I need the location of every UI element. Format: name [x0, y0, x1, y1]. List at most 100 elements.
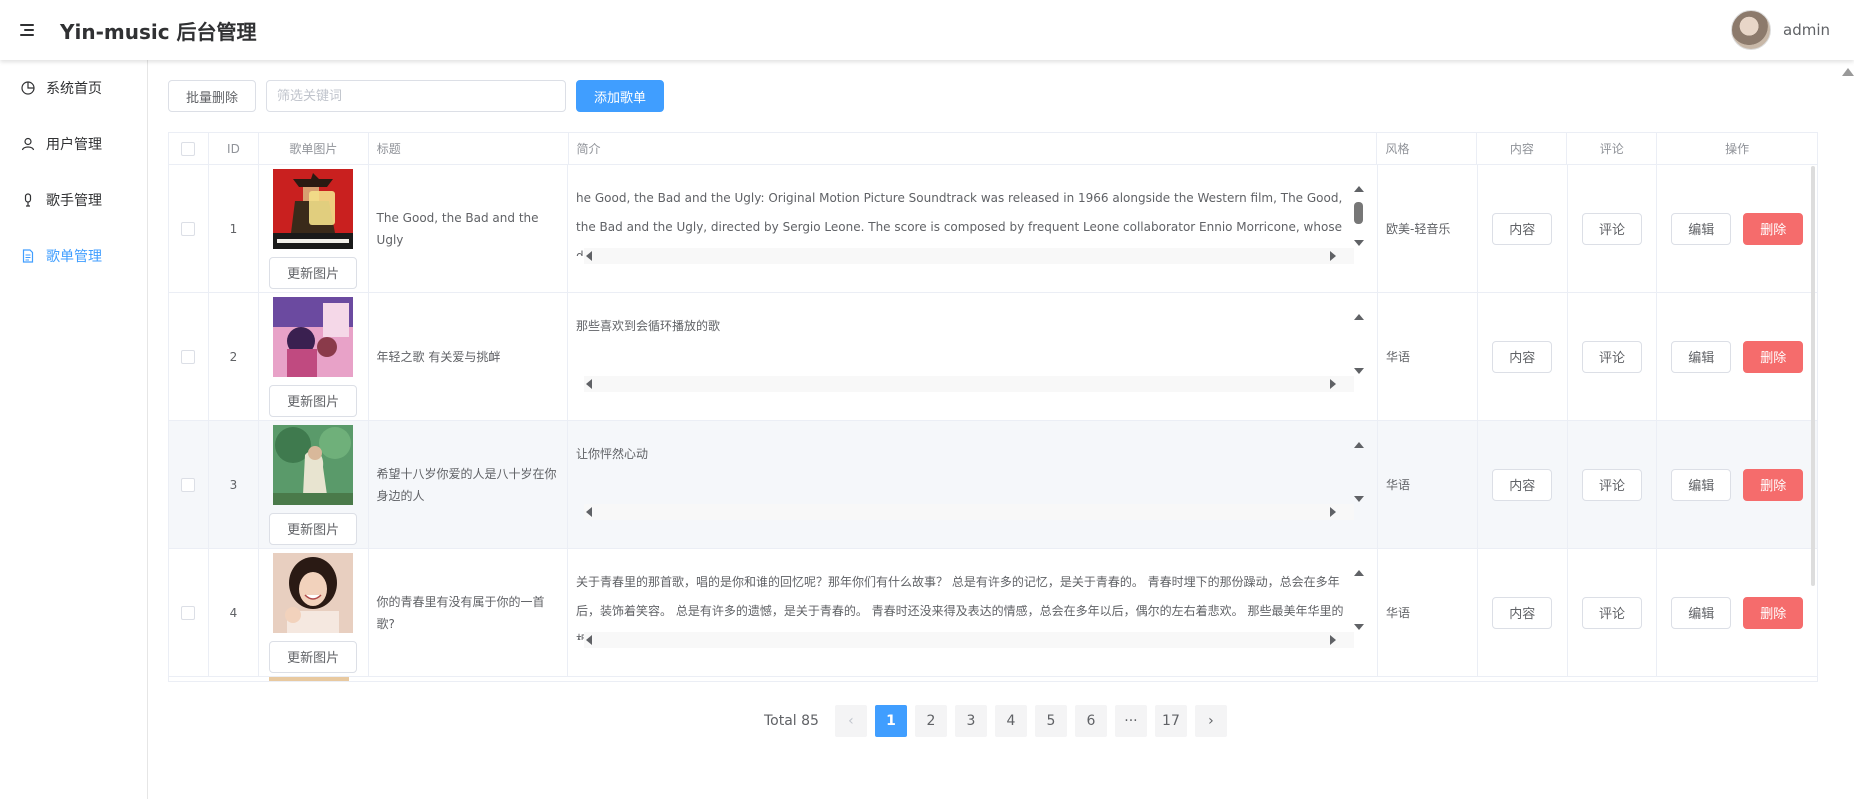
scroll-right-arrow-icon[interactable] [1330, 506, 1337, 517]
edit-button[interactable]: 编辑 [1671, 596, 1732, 629]
scroll-up-arrow-icon[interactable] [1354, 185, 1365, 192]
row-checkbox-cell [169, 293, 209, 420]
page-button[interactable]: 2 [914, 705, 947, 737]
vertical-scrollbar[interactable] [1351, 568, 1367, 632]
table-header: ID 歌单图片 标题 简介 风格 内容 评论 操作 [169, 133, 1817, 165]
row-checkbox[interactable] [181, 605, 196, 620]
update-image-button[interactable]: 更新图片 [269, 256, 358, 289]
vertical-scrollbar[interactable] [1351, 312, 1367, 376]
horizontal-scrollbar[interactable] [584, 503, 1355, 520]
user-menu[interactable]: admin [1731, 10, 1830, 50]
delete-button[interactable]: 删除 [1743, 596, 1804, 629]
scroll-down-arrow-icon[interactable] [1354, 495, 1365, 502]
batch-delete-button[interactable]: 批量删除 [168, 80, 256, 112]
col-id: ID [209, 133, 259, 164]
col-image: 歌单图片 [259, 133, 369, 164]
col-content: 内容 [1477, 133, 1568, 164]
playlist-cover [273, 296, 354, 377]
delete-button[interactable]: 删除 [1743, 340, 1804, 373]
scroll-left-arrow-icon[interactable] [586, 378, 593, 389]
table-row: 3 更新图片 希望十八岁你爱的人是八十岁在你身边的人 让你怦然心动 华语 内容 … [169, 421, 1817, 549]
horizontal-scrollbar[interactable] [584, 631, 1355, 648]
hamburger-icon[interactable] [20, 0, 48, 60]
horizontal-scrollbar[interactable] [584, 247, 1355, 264]
search-input[interactable] [266, 80, 566, 112]
scroll-left-arrow-icon[interactable] [586, 250, 593, 261]
comment-button[interactable]: 评论 [1582, 340, 1642, 373]
page-ellipsis[interactable]: ··· [1114, 705, 1147, 737]
edit-button[interactable]: 编辑 [1671, 340, 1732, 373]
chevron-left-icon[interactable]: ‹ [834, 705, 867, 737]
content-button[interactable]: 内容 [1492, 212, 1553, 245]
intro-scrollbox[interactable]: he Good, the Bad and the Ugly: Original … [576, 174, 1369, 284]
delete-button[interactable]: 删除 [1743, 468, 1804, 501]
page-button[interactable]: 1 [874, 705, 907, 737]
row-intro: 那些喜欢到会循环播放的歌 [576, 318, 721, 333]
scroll-up-arrow-icon[interactable] [1354, 313, 1365, 320]
update-image-button[interactable]: 更新图片 [269, 384, 358, 417]
comment-button[interactable]: 评论 [1582, 596, 1642, 629]
row-checkbox[interactable] [181, 221, 196, 236]
content-button[interactable]: 内容 [1492, 340, 1553, 373]
sidebar-item-home[interactable]: 系统首页 [0, 60, 147, 116]
edit-button[interactable]: 编辑 [1671, 468, 1732, 501]
page-button[interactable]: 17 [1154, 705, 1187, 737]
row-checkbox[interactable] [181, 349, 196, 364]
row-style: 华语 [1378, 421, 1478, 548]
table-vertical-scrollbar[interactable] [1811, 166, 1815, 586]
delete-button[interactable]: 删除 [1743, 212, 1804, 245]
vertical-scrollbar[interactable] [1351, 184, 1367, 248]
main-content: 批量删除 添加歌单 ID 歌单图片 标题 简介 风格 内容 评论 操作 1 [168, 60, 1818, 799]
page-button[interactable]: 5 [1034, 705, 1067, 737]
row-intro-cell: 让你怦然心动 [568, 421, 1379, 548]
scroll-thumb[interactable] [1354, 201, 1364, 224]
update-image-button[interactable]: 更新图片 [269, 512, 358, 545]
comment-button[interactable]: 评论 [1582, 212, 1642, 245]
app-header: Yin-music 后台管理 admin [0, 0, 1854, 60]
row-checkbox[interactable] [181, 477, 196, 492]
header-select-all[interactable] [169, 133, 209, 164]
scroll-right-arrow-icon[interactable] [1330, 378, 1337, 389]
page-button[interactable]: 4 [994, 705, 1027, 737]
scroll-down-arrow-icon[interactable] [1354, 623, 1365, 630]
horizontal-scrollbar[interactable] [584, 375, 1355, 392]
username[interactable]: admin [1783, 21, 1830, 39]
user-avatar[interactable] [1731, 10, 1771, 50]
scroll-up-icon[interactable] [1842, 68, 1854, 76]
scroll-up-arrow-icon[interactable] [1354, 569, 1365, 576]
scroll-right-arrow-icon[interactable] [1330, 250, 1337, 261]
image-cell: 更新图片 [259, 293, 369, 420]
sidebar-item-playlists[interactable]: 歌单管理 [0, 228, 147, 284]
sidebar-item-users[interactable]: 用户管理 [0, 116, 147, 172]
comment-button[interactable]: 评论 [1582, 468, 1642, 501]
playlist-cover [273, 552, 354, 633]
sidebar-item-singers[interactable]: 歌手管理 [0, 172, 147, 228]
intro-scrollbox[interactable]: 让你怦然心动 [576, 430, 1369, 540]
row-title: 年轻之歌 有关爱与挑衅 [376, 349, 501, 364]
row-intro: 关于青春里的那首歌，唱的是你和谁的回忆呢？那年你们有什么故事？ 总是有许多的记忆… [576, 574, 1344, 640]
col-style: 风格 [1377, 133, 1478, 164]
content-button[interactable]: 内容 [1492, 596, 1553, 629]
playlist-table: ID 歌单图片 标题 简介 风格 内容 评论 操作 1 更新图片 The Goo… [168, 132, 1818, 682]
scroll-down-arrow-icon[interactable] [1354, 367, 1365, 374]
chevron-right-icon[interactable]: › [1194, 705, 1227, 737]
select-all-checkbox[interactable] [181, 141, 196, 156]
toolbar: 批量删除 添加歌单 [168, 80, 664, 112]
vertical-scrollbar[interactable] [1351, 440, 1367, 504]
page-button[interactable]: 6 [1074, 705, 1107, 737]
update-image-button[interactable]: 更新图片 [269, 640, 358, 673]
page-button[interactable]: 3 [954, 705, 987, 737]
content-button[interactable]: 内容 [1492, 468, 1553, 501]
edit-button[interactable]: 编辑 [1671, 212, 1732, 245]
scroll-down-arrow-icon[interactable] [1354, 239, 1365, 246]
add-playlist-button[interactable]: 添加歌单 [576, 80, 664, 112]
scroll-up-arrow-icon[interactable] [1354, 441, 1365, 448]
pagination: Total 85 ‹ 1 2 3 4 5 6 ··· 17 › [764, 705, 1227, 737]
row-title: The Good, the Bad and the Ugly [376, 210, 539, 247]
intro-scrollbox[interactable]: 那些喜欢到会循环播放的歌 [576, 302, 1369, 412]
intro-scrollbox[interactable]: 关于青春里的那首歌，唱的是你和谁的回忆呢？那年你们有什么故事？ 总是有许多的记忆… [576, 558, 1369, 668]
scroll-left-arrow-icon[interactable] [586, 634, 593, 645]
row-id: 1 [209, 165, 259, 292]
scroll-left-arrow-icon[interactable] [586, 506, 593, 517]
scroll-right-arrow-icon[interactable] [1330, 634, 1337, 645]
